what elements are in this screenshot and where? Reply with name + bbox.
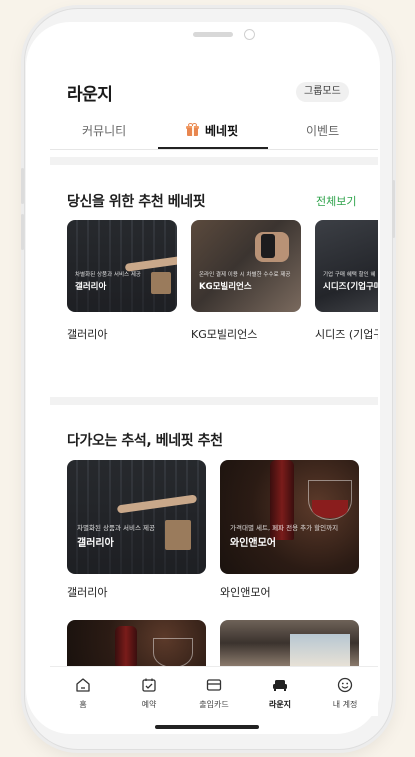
- card-photo-detail: [153, 638, 193, 666]
- benefit-card-wine-and-more[interactable]: 가격대별 세트, 페파 전용 추가 할인까지 와인앤모어: [220, 460, 359, 574]
- card-title: 갤러리아: [75, 282, 107, 292]
- tabbar-item-home[interactable]: 홈: [50, 667, 116, 717]
- volume-up-button: [21, 168, 24, 204]
- card-subtitle: 기업 구매 혜택 할인 혜: [323, 272, 376, 278]
- card-label[interactable]: 와인앤모어: [220, 584, 271, 600]
- card-subtitle: 온라인 결제 이용 시 차별한 수수료 제공: [199, 272, 291, 278]
- tabbar-label: 내 계정: [332, 700, 358, 709]
- section-divider: [50, 157, 378, 165]
- tabbar-label: 출입카드: [199, 700, 229, 709]
- recommended-section-title: 당신을 위한 추천 베네핏: [67, 194, 206, 210]
- smile-icon: [337, 677, 353, 693]
- group-mode-button[interactable]: 그룹모드: [296, 82, 349, 102]
- see-all-link[interactable]: 전체보기: [316, 193, 356, 209]
- page-title: 라운지: [67, 85, 113, 105]
- card-label[interactable]: 갤러리아: [67, 584, 107, 600]
- tabbar-label: 예약: [141, 700, 157, 709]
- card-photo-detail: [312, 500, 348, 518]
- chuseok-section-title: 다가오는 추석, 베네핏 추천: [67, 433, 223, 449]
- card-clip: 기업 구매 혜택 할인 혜 시디즈(기업구매: [315, 220, 378, 312]
- bottom-tab-bar: 홈 예약 출입카드 라운지 내 계정: [50, 666, 378, 716]
- card-subtitle: 가격대별 세트, 페파 전용 추가 할인까지: [230, 524, 339, 532]
- benefit-card-sidiz[interactable]: 기업 구매 혜택 할인 혜 시디즈(기업구매: [315, 220, 378, 312]
- home-indicator[interactable]: [155, 725, 259, 729]
- benefit-card-kg-mobilians[interactable]: 온라인 결제 이용 시 차별한 수수료 제공 KG모빌리언스: [191, 220, 301, 312]
- benefit-card-galleria[interactable]: 차별화된 상품과 서비스 제공 갤러리아: [67, 220, 177, 312]
- card-label[interactable]: KG모빌리언스: [191, 326, 257, 342]
- tabbar-item-lounge[interactable]: 라운지: [247, 667, 313, 717]
- card-photo-detail: [165, 520, 191, 550]
- calendar-check-icon: [142, 678, 156, 692]
- card-subtitle: 차별화된 상품과 서비스 제공: [75, 272, 141, 278]
- gift-icon: [186, 123, 199, 136]
- card-photo-detail: [151, 272, 171, 294]
- benefit-card-galleria[interactable]: 차별화된 상품과 서비스 제공 갤러리아: [67, 460, 206, 574]
- power-button: [392, 180, 395, 238]
- tab-community[interactable]: 커뮤니티: [82, 122, 126, 139]
- speaker-notch: [193, 32, 233, 37]
- active-tab-indicator: [158, 147, 268, 149]
- volume-down-button: [21, 214, 24, 250]
- tab-bar: 커뮤니티 베네핏 이벤트: [50, 118, 378, 150]
- card-photo-detail: [116, 494, 198, 514]
- card-photo-detail: [261, 234, 275, 258]
- benefit-card-partial[interactable]: [67, 620, 206, 666]
- card-label-clip: 시디즈 (기업구: [315, 322, 378, 340]
- tabbar-item-my-account[interactable]: 내 계정: [312, 667, 378, 717]
- tab-benefit-label: 베네핏: [205, 124, 239, 138]
- card-photo-detail: [115, 626, 137, 666]
- benefit-card-partial[interactable]: [220, 620, 359, 666]
- card-icon: [206, 679, 222, 691]
- tab-event[interactable]: 이벤트: [306, 122, 339, 139]
- card-label[interactable]: 시디즈 (기업구: [315, 326, 378, 340]
- tab-benefit[interactable]: 베네핏: [186, 122, 238, 139]
- card-label[interactable]: 갤러리아: [67, 326, 107, 342]
- sofa-icon: [273, 680, 287, 691]
- card-photo-detail: [290, 634, 350, 666]
- card-title: 와인앤모어: [230, 538, 276, 549]
- tabbar-item-access-card[interactable]: 출입카드: [181, 667, 247, 717]
- section-divider: [50, 397, 378, 405]
- card-subtitle: 차별화된 상품과 서비스 제공: [77, 524, 155, 532]
- home-icon: [76, 678, 90, 692]
- card-title: 시디즈(기업구매: [323, 282, 378, 292]
- tabbar-label: 라운지: [268, 700, 292, 709]
- tabbar-item-reservation[interactable]: 예약: [116, 667, 182, 717]
- card-title: KG모빌리언스: [199, 282, 252, 292]
- card-title: 갤러리아: [77, 538, 114, 549]
- tabbar-label: 홈: [79, 700, 87, 709]
- camera-icon: [244, 29, 255, 40]
